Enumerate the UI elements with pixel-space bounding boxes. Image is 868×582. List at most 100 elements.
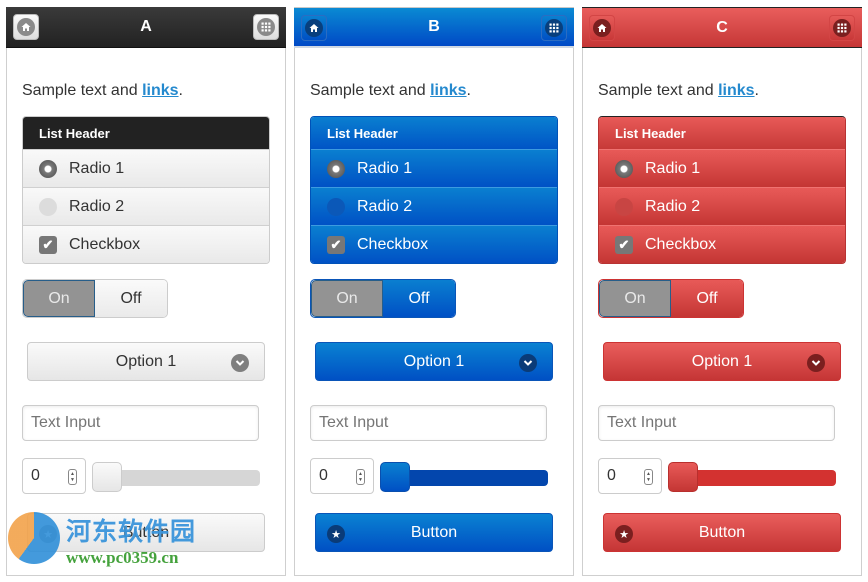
on-off-toggle[interactable]: On Off (598, 279, 744, 318)
grid-menu-button[interactable] (829, 15, 855, 41)
star-button[interactable]: ★ Button (603, 513, 841, 552)
on-off-toggle[interactable]: On Off (22, 279, 168, 318)
list-view: List Header Radio 1 Radio 2 ✔ Checkbox (598, 116, 846, 264)
checkmark-icon: ✔ (39, 235, 57, 254)
page-title: B (428, 18, 440, 35)
checkmark-icon: ✔ (615, 235, 633, 254)
option-select[interactable]: Option 1 (27, 342, 265, 381)
radio-checked-icon (39, 159, 57, 178)
theme-panel-c: C Sample text and links. List Header Rad… (582, 7, 862, 576)
sample-text-end: . (466, 82, 471, 99)
button-label: Button (410, 523, 458, 541)
toggle-off[interactable]: Off (671, 280, 743, 317)
option-select[interactable]: Option 1 (315, 342, 553, 381)
spin-down-icon: ▼ (646, 477, 651, 483)
text-input[interactable] (22, 405, 259, 441)
checkmark-icon: ✔ (327, 235, 345, 254)
theme-panel-a: A Sample text and links. List Header Rad… (6, 7, 286, 576)
star-icon: ★ (327, 525, 345, 543)
number-value: 0 (319, 467, 328, 484)
radio-option-2[interactable]: Radio 2 (23, 187, 269, 225)
spinner-icon[interactable]: ▲ ▼ (356, 469, 365, 485)
select-value: Option 1 (691, 352, 753, 370)
checkbox-label: Checkbox (645, 235, 717, 253)
select-value: Option 1 (115, 352, 177, 370)
header-bar: C (582, 7, 862, 48)
checkbox-label: Checkbox (69, 235, 141, 253)
home-icon (593, 19, 611, 37)
toggle-off[interactable]: Off (383, 280, 455, 317)
list-header: List Header (599, 117, 845, 149)
grid-menu-button[interactable] (541, 15, 567, 41)
radio-label: Radio 2 (645, 197, 701, 215)
toggle-on[interactable]: On (311, 280, 383, 317)
home-icon (305, 19, 323, 37)
spin-down-icon: ▼ (70, 477, 75, 483)
toggle-on[interactable]: On (599, 280, 671, 317)
sample-text: Sample text and links. (598, 82, 759, 100)
sample-text: Sample text and links. (22, 82, 183, 100)
grid-menu-button[interactable] (253, 14, 279, 40)
chevron-down-icon (807, 354, 825, 372)
home-button[interactable] (301, 15, 327, 41)
checkbox-label: Checkbox (357, 235, 429, 253)
radio-option-1[interactable]: Radio 1 (311, 149, 557, 187)
radio-unchecked-icon (615, 197, 633, 216)
radio-unchecked-icon (39, 197, 57, 216)
radio-label: Radio 1 (645, 159, 701, 177)
theme-panel-b: B Sample text and links. List Header Rad… (294, 7, 574, 576)
sample-text-body: Sample text and (598, 82, 719, 99)
radio-option-1[interactable]: Radio 1 (23, 149, 269, 187)
list-header: List Header (311, 117, 557, 149)
button-label: Button (122, 523, 170, 541)
sample-link[interactable]: links (430, 82, 466, 99)
sample-text-body: Sample text and (310, 82, 431, 99)
radio-checked-icon (327, 159, 345, 178)
spinner-icon[interactable]: ▲ ▼ (644, 469, 653, 485)
text-input[interactable] (310, 405, 547, 441)
radio-label: Radio 1 (357, 159, 413, 177)
on-off-toggle[interactable]: On Off (310, 279, 456, 318)
home-button[interactable] (589, 15, 615, 41)
sample-link[interactable]: links (718, 82, 754, 99)
toggle-on[interactable]: On (23, 280, 95, 317)
grid-icon (833, 19, 851, 37)
star-button[interactable]: ★ Button (27, 513, 265, 552)
home-button[interactable] (13, 14, 39, 40)
list-view: List Header Radio 1 Radio 2 ✔ Checkbox (310, 116, 558, 264)
sample-link[interactable]: links (142, 82, 178, 99)
grid-icon (545, 19, 563, 37)
checkbox-option[interactable]: ✔ Checkbox (599, 225, 845, 263)
sample-text-end: . (754, 82, 759, 99)
option-select[interactable]: Option 1 (603, 342, 841, 381)
radio-option-2[interactable]: Radio 2 (599, 187, 845, 225)
header-bar: B (294, 7, 574, 48)
number-input[interactable]: 0 ▲ ▼ (598, 458, 662, 494)
number-value: 0 (607, 467, 616, 484)
checkbox-option[interactable]: ✔ Checkbox (311, 225, 557, 263)
chevron-down-icon (519, 354, 537, 372)
slider-thumb[interactable] (668, 462, 698, 492)
spinner-icon[interactable]: ▲ ▼ (68, 469, 77, 485)
checkbox-option[interactable]: ✔ Checkbox (23, 225, 269, 263)
radio-option-1[interactable]: Radio 1 (599, 149, 845, 187)
sample-text-body: Sample text and (22, 82, 143, 99)
star-button[interactable]: ★ Button (315, 513, 553, 552)
text-input[interactable] (598, 405, 835, 441)
number-input[interactable]: 0 ▲ ▼ (22, 458, 86, 494)
spin-down-icon: ▼ (358, 477, 363, 483)
number-input[interactable]: 0 ▲ ▼ (310, 458, 374, 494)
star-icon: ★ (39, 525, 57, 543)
home-icon (17, 18, 35, 36)
chevron-down-icon (231, 354, 249, 372)
radio-unchecked-icon (327, 197, 345, 216)
toggle-off[interactable]: Off (95, 280, 167, 317)
sample-text-end: . (178, 82, 183, 99)
select-value: Option 1 (403, 352, 465, 370)
radio-option-2[interactable]: Radio 2 (311, 187, 557, 225)
radio-label: Radio 2 (69, 197, 125, 215)
radio-label: Radio 1 (69, 159, 125, 177)
slider-thumb[interactable] (92, 462, 122, 492)
slider-thumb[interactable] (380, 462, 410, 492)
page-title: C (716, 18, 728, 36)
